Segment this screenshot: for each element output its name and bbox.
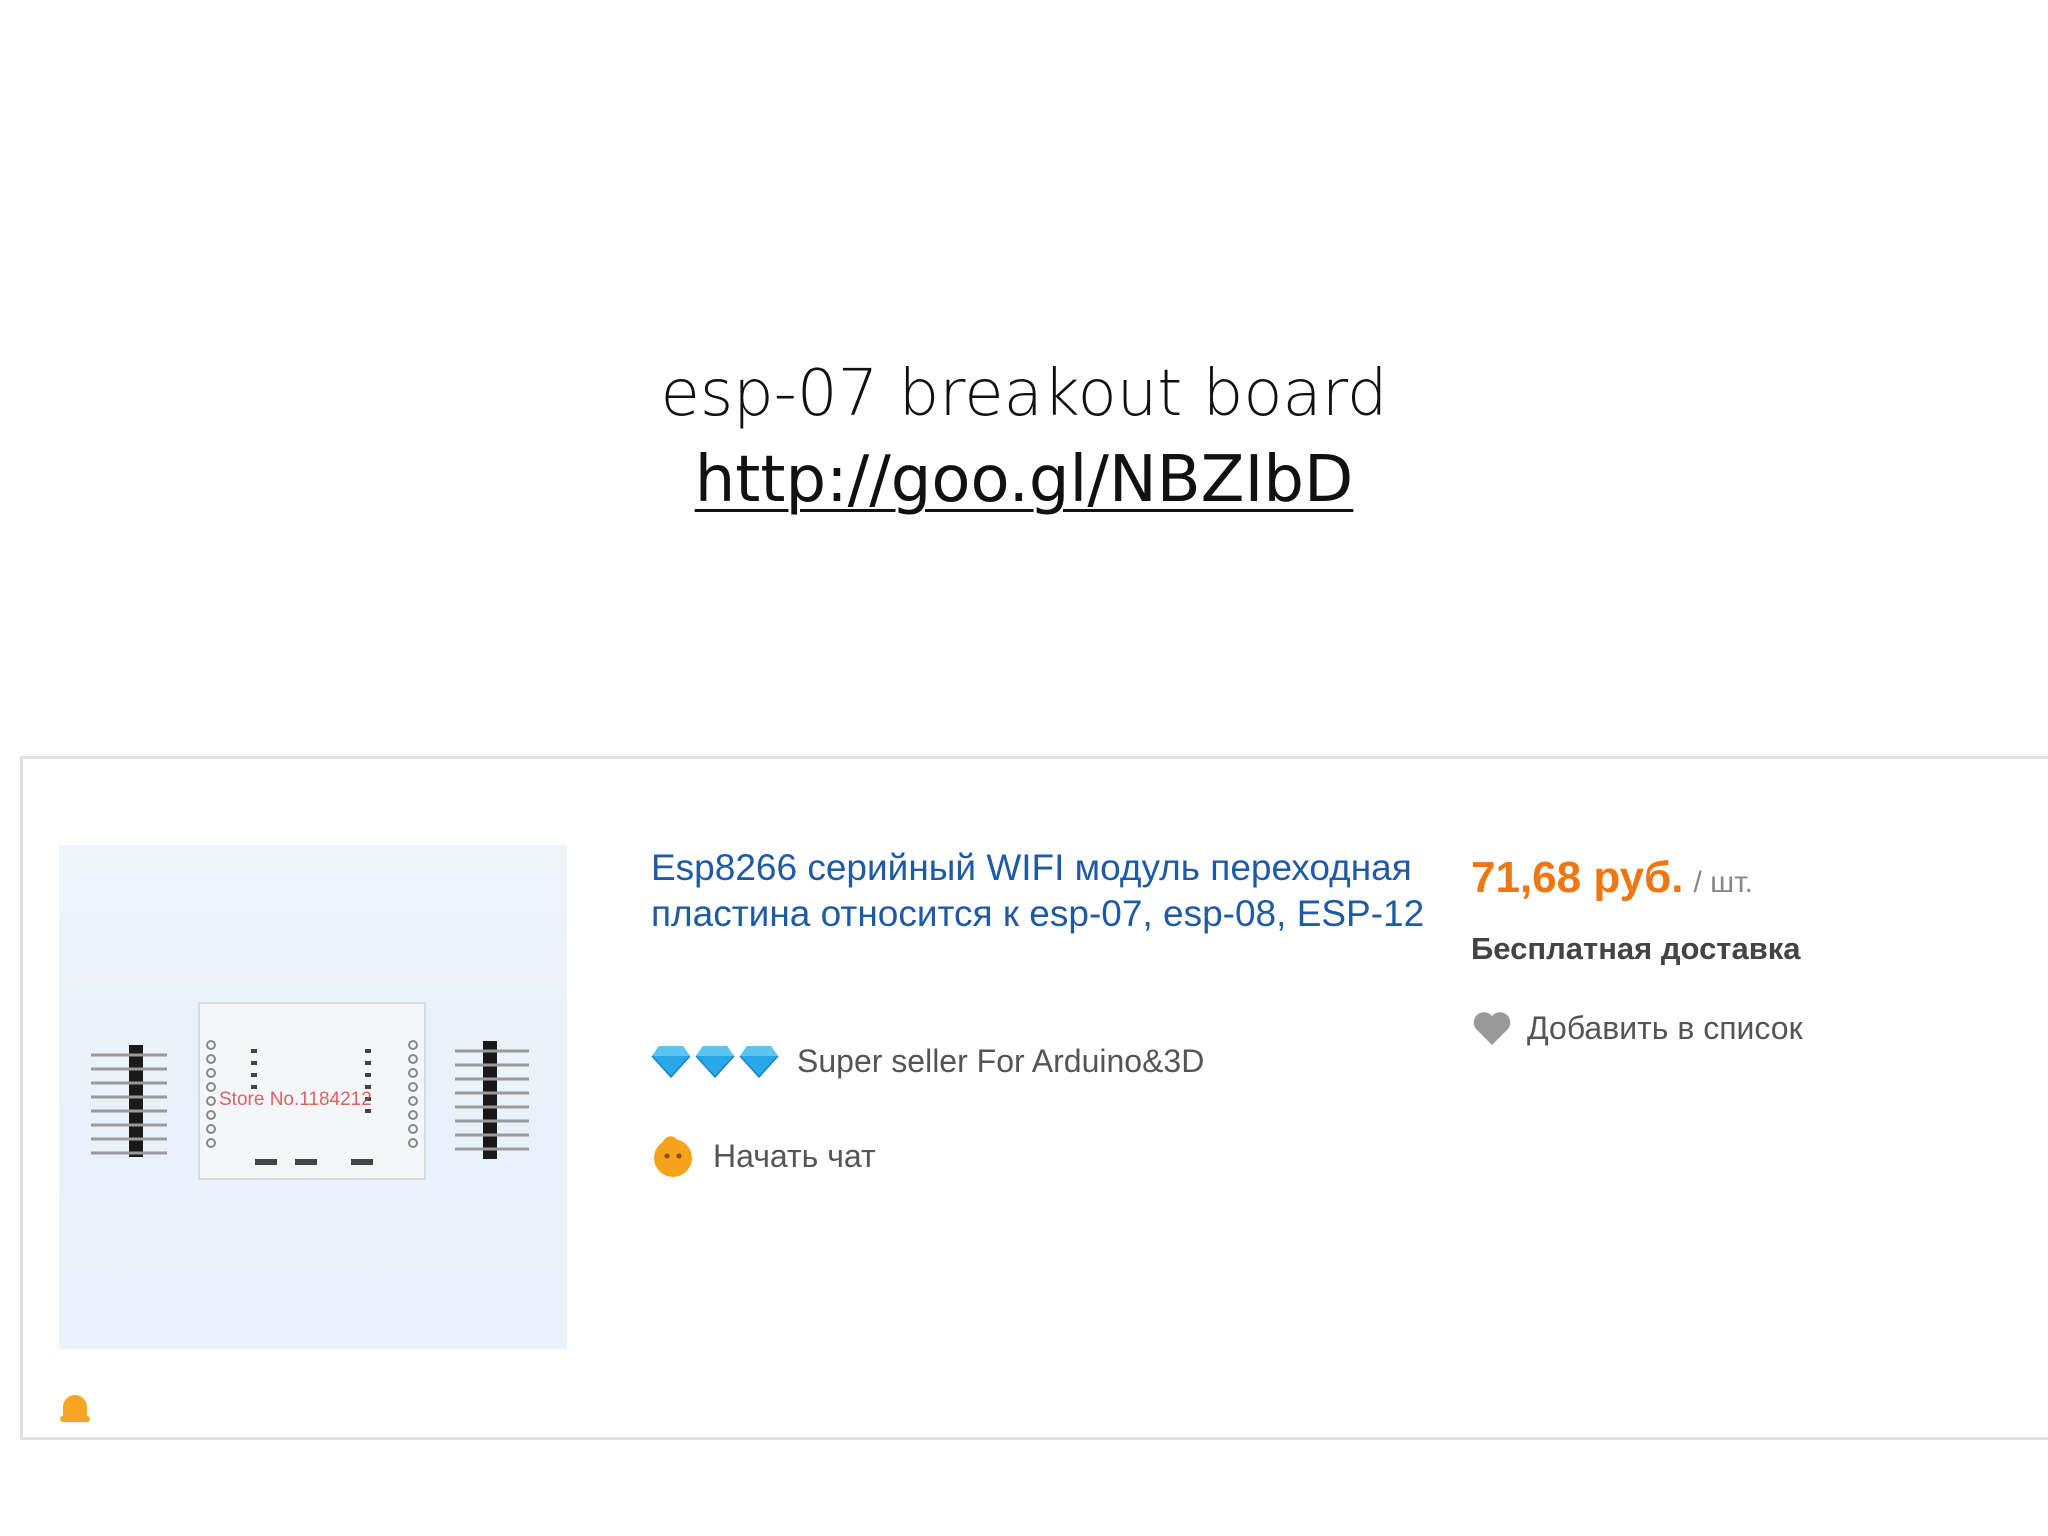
start-chat-label: Начать чат bbox=[713, 1137, 876, 1174]
slide-link[interactable]: http://goo.gl/NBZIbD bbox=[0, 438, 2048, 522]
slide: esp-07 breakout board http://goo.gl/NBZI… bbox=[0, 0, 2048, 1536]
add-to-wishlist-label: Добавить в список bbox=[1527, 1009, 1803, 1046]
product-title-link[interactable]: Esp8266 серийный WIFI модуль переходная … bbox=[651, 845, 1451, 937]
diamond-icon bbox=[695, 1046, 735, 1078]
diamond-icon bbox=[739, 1046, 779, 1078]
right-pin-header bbox=[455, 1041, 529, 1159]
store-watermark: Store No.1184212 bbox=[219, 1089, 372, 1110]
heart-icon bbox=[1473, 1012, 1511, 1045]
add-to-wishlist-button[interactable]: Добавить в список bbox=[1471, 1009, 1803, 1047]
chat-face-icon bbox=[654, 1136, 692, 1177]
product-image[interactable]: Store No.1184212 bbox=[59, 845, 567, 1349]
price: 71,68 руб. / шт. bbox=[1471, 853, 1753, 903]
start-chat-button[interactable]: Начать чат bbox=[651, 1131, 876, 1181]
slide-title: esp-07 breakout board bbox=[660, 357, 1388, 431]
product-listing-card: Store No.1184212 Esp8266 серийный WIFI м… bbox=[20, 756, 2048, 1440]
seller-row: Super seller For Arduino&3D bbox=[651, 1037, 1204, 1085]
bell-icon[interactable] bbox=[57, 1389, 93, 1425]
seller-name-link[interactable]: Super seller For Arduino&3D bbox=[797, 1043, 1204, 1080]
seller-rating bbox=[651, 1044, 779, 1078]
free-shipping-label: Бесплатная доставка bbox=[1471, 931, 1801, 966]
left-pin-header bbox=[91, 1045, 167, 1157]
price-unit: / шт. bbox=[1693, 866, 1754, 899]
price-value: 71,68 руб. bbox=[1471, 853, 1684, 902]
breakout-board-photo: Store No.1184212 bbox=[91, 1002, 529, 1180]
diamond-icon bbox=[651, 1046, 691, 1078]
